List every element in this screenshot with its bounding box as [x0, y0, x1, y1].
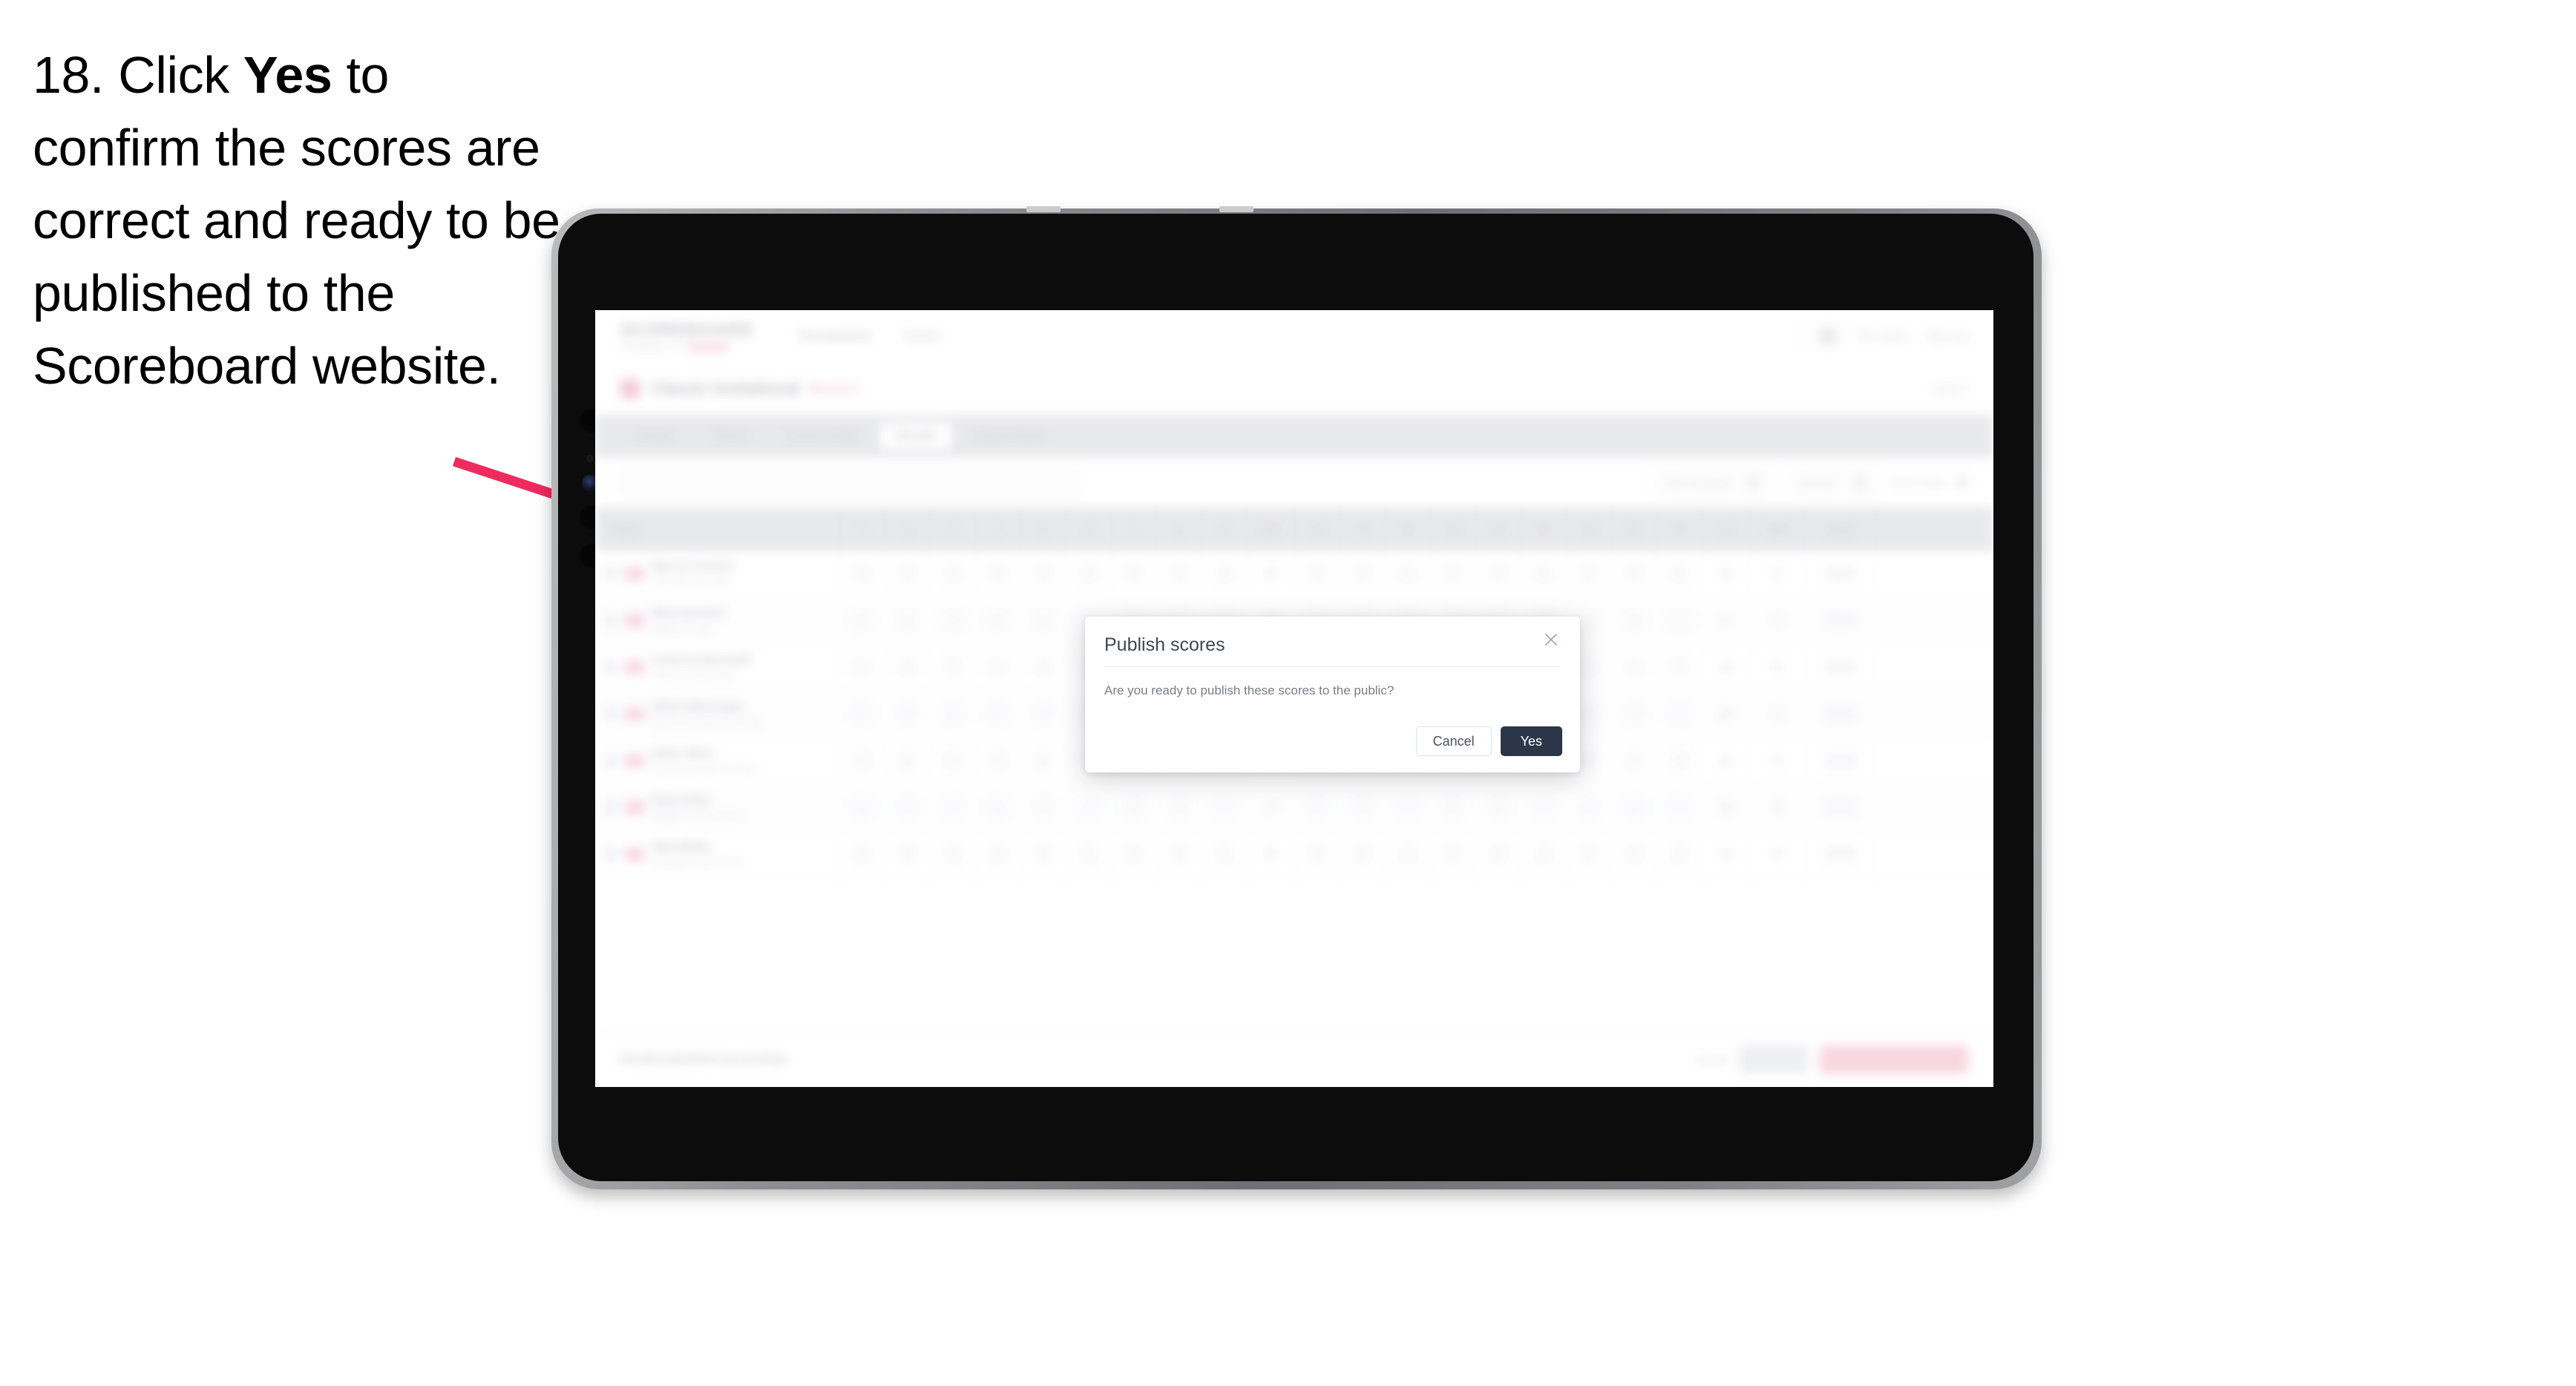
- instruction-step-number: 18.: [33, 46, 105, 104]
- yes-button[interactable]: Yes: [1500, 726, 1562, 756]
- cancel-button[interactable]: Cancel: [1415, 726, 1492, 756]
- dialog-title: Publish scores: [1104, 634, 1225, 655]
- dialog-body-text: Are you ready to publish these scores to…: [1104, 683, 1394, 697]
- instruction-text: 18. Click Yes to confirm the scores are …: [33, 39, 567, 402]
- instruction-emphasis: Yes: [243, 46, 332, 104]
- tablet-device: SCOREBOARD POWERED BY GOLF Tournaments T…: [551, 206, 2042, 1189]
- rim-notch-left: [1026, 206, 1061, 212]
- rim-notch-right: [1219, 206, 1253, 212]
- tablet-body: SCOREBOARD POWERED BY GOLF Tournaments T…: [558, 214, 2033, 1181]
- dialog-header: Publish scores: [1085, 617, 1580, 656]
- tablet-screen: SCOREBOARD POWERED BY GOLF Tournaments T…: [595, 310, 1993, 1087]
- camera-sensor-icon: [586, 455, 594, 462]
- instruction-part-one: Click: [118, 46, 243, 104]
- close-icon[interactable]: [1541, 630, 1564, 652]
- dialog-footer: Cancel Yes: [1415, 726, 1562, 756]
- publish-scores-dialog: Publish scores Are you ready to publish …: [1085, 617, 1580, 772]
